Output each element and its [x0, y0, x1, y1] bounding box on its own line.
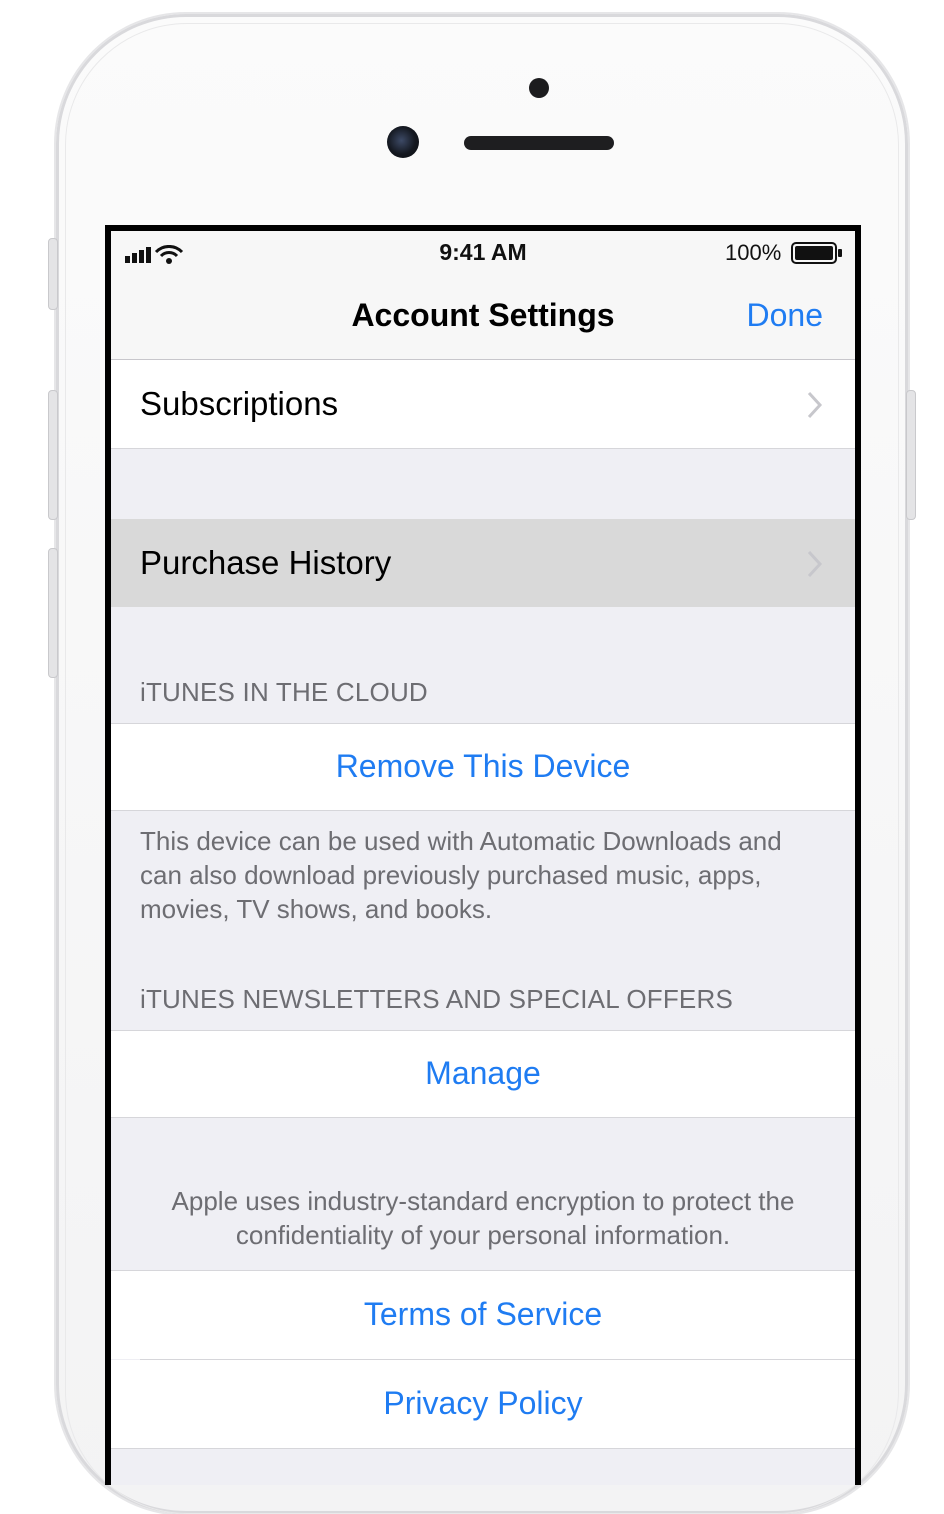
proximity-sensor: [529, 78, 549, 98]
remove-device-button[interactable]: Remove This Device: [111, 748, 855, 785]
battery-full-icon: [791, 242, 842, 264]
subscriptions-label: Subscriptions: [140, 385, 339, 422]
section-header-itunes-cloud: iTUNES IN THE CLOUD: [140, 677, 428, 707]
manage-row[interactable]: Manage: [111, 1031, 855, 1117]
divider: [111, 1448, 855, 1449]
front-camera: [387, 126, 419, 158]
earpiece-speaker: [464, 136, 614, 150]
divider: [111, 810, 855, 811]
battery-percent: 100%: [725, 240, 782, 265]
status-bar: 9:41 AM 100%: [111, 231, 855, 275]
itunes-cloud-footer: This device can be used with Automatic D…: [140, 826, 782, 924]
page-title: Account Settings: [351, 297, 615, 333]
done-button[interactable]: Done: [747, 297, 824, 334]
privacy-policy-link[interactable]: Privacy Policy: [111, 1385, 855, 1422]
volume-up-button: [48, 390, 58, 520]
power-button: [906, 390, 916, 520]
remove-device-row[interactable]: Remove This Device: [111, 724, 855, 810]
chevron-right-icon: [807, 550, 823, 578]
volume-down-button: [48, 548, 58, 678]
divider: [111, 1117, 855, 1118]
privacy-row[interactable]: Privacy Policy: [111, 1360, 855, 1448]
section-header-newsletters: iTUNES NEWSLETTERS AND SPECIAL OFFERS: [140, 984, 733, 1014]
subscriptions-row[interactable]: Subscriptions: [111, 360, 855, 448]
terms-of-service-link[interactable]: Terms of Service: [111, 1296, 855, 1333]
settings-screen: 9:41 AM 100% Account Settings Done Subsc…: [111, 231, 855, 1485]
chevron-right-icon: [807, 391, 823, 419]
divider: [111, 448, 855, 449]
phone-screen: 9:41 AM 100% Account Settings Done Subsc…: [105, 225, 861, 1485]
mute-switch: [48, 238, 58, 310]
manage-button[interactable]: Manage: [111, 1055, 855, 1092]
purchase-history-label: Purchase History: [140, 544, 392, 581]
encryption-note: Apple uses industry-standard encryption …: [171, 1186, 795, 1250]
terms-row[interactable]: Terms of Service: [111, 1271, 855, 1359]
purchase-history-row[interactable]: Purchase History: [111, 519, 855, 607]
navigation-bar: Account Settings Done: [111, 275, 855, 360]
